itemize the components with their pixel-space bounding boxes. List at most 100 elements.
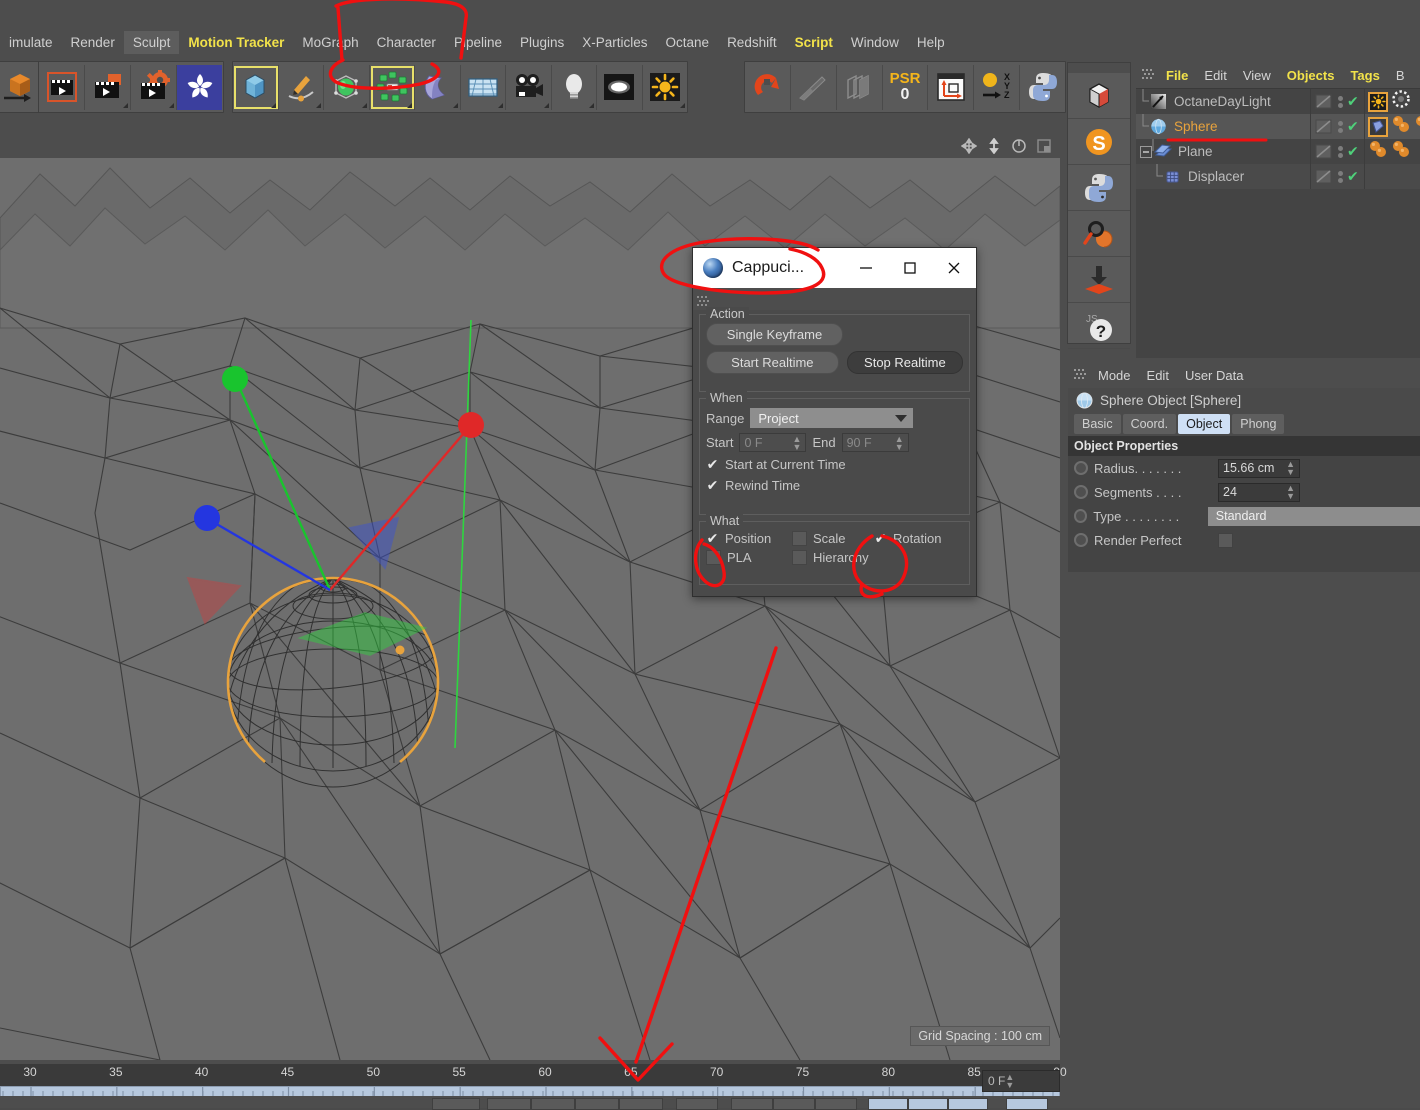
menu-item-pipeline[interactable]: Pipeline [445, 31, 511, 54]
enable-check-icon[interactable]: ✔ [1347, 143, 1359, 160]
layer-swatch-icon[interactable] [1315, 119, 1332, 134]
object-tree[interactable]: OctaneDayLight ✔ Sphere ✔ Plane ✔ Displacer ✔ [1136, 89, 1420, 189]
start-spinner-icon[interactable]: ▲ ▼ [793, 434, 802, 451]
visibility-dots[interactable] [1337, 170, 1343, 183]
current-frame-field[interactable]: 0 F ▲ ▼ [982, 1070, 1060, 1092]
minimize-button[interactable] [844, 248, 888, 288]
extrude-tool-icon[interactable] [837, 64, 883, 110]
scale-row[interactable]: Scale [792, 531, 874, 546]
rotation-checkbox[interactable]: ✔ [874, 530, 887, 547]
hierarchy-row[interactable]: Hierarchy [792, 550, 869, 565]
object-row-sphere[interactable]: Sphere ✔ [1136, 114, 1420, 139]
bottom-button-4[interactable] [575, 1098, 619, 1110]
rotate-icon[interactable] [1011, 138, 1027, 154]
start-at-current-time-checkbox[interactable]: ✔ [706, 456, 719, 473]
content-browser-icon[interactable] [1068, 73, 1130, 119]
import-export-icon[interactable] [1068, 257, 1130, 303]
sun-tag-selected[interactable] [1368, 91, 1388, 112]
visibility-dots[interactable] [1337, 145, 1343, 158]
menu-item-redshift[interactable]: Redshift [718, 31, 786, 54]
deformer-bend-icon[interactable] [415, 64, 461, 110]
mograph-cloner-icon[interactable] [370, 64, 415, 110]
bottom-button-3[interactable] [531, 1098, 575, 1110]
timeline-ruler[interactable]: 30 35 40 45 50 55 60 65 70 75 80 85 90 [0, 1064, 1067, 1086]
property-bullet-icon[interactable] [1074, 485, 1088, 499]
enable-check-icon[interactable]: ✔ [1347, 168, 1359, 185]
camera-view-icon[interactable] [1036, 138, 1052, 154]
scale-checkbox[interactable] [792, 531, 807, 546]
object-tags[interactable] [1364, 139, 1411, 164]
bottom-button-10[interactable] [868, 1098, 908, 1110]
om-menu-file[interactable]: File [1158, 65, 1196, 86]
menu-item-imulate[interactable]: imulate [0, 31, 62, 54]
spline-pen-icon[interactable] [279, 64, 324, 110]
object-row-displacer[interactable]: Displacer ✔ [1136, 164, 1420, 189]
menu-item-x-particles[interactable]: X-Particles [573, 31, 656, 54]
object-tags[interactable] [1364, 89, 1411, 114]
pla-checkbox[interactable] [706, 550, 721, 565]
environment-floor-icon[interactable] [461, 64, 506, 110]
bottom-button-13[interactable] [1006, 1098, 1048, 1110]
rewind-time-checkbox[interactable]: ✔ [706, 477, 719, 494]
menu-item-mograph[interactable]: MoGraph [293, 31, 367, 54]
property-bullet-icon[interactable] [1074, 461, 1088, 475]
property-spinner-icon[interactable]: ▲ ▼ [1286, 460, 1295, 477]
rewind-time-row[interactable]: ✔ Rewind Time [706, 477, 963, 494]
close-button[interactable] [932, 248, 976, 288]
bottom-button-11[interactable] [908, 1098, 948, 1110]
menu-item-sculpt[interactable]: Sculpt [123, 30, 180, 54]
enable-check-icon[interactable]: ✔ [1347, 93, 1359, 110]
camera-icon[interactable] [506, 64, 552, 110]
property-combo[interactable]: Standard [1207, 506, 1420, 526]
property-bullet-icon[interactable] [1074, 509, 1088, 523]
attr-tab-coord[interactable]: Coord. [1122, 414, 1177, 434]
bottom-button-12[interactable] [948, 1098, 988, 1110]
magnet-tool-icon[interactable] [745, 64, 791, 110]
enable-check-icon[interactable]: ✔ [1347, 118, 1359, 135]
stop-realtime-button[interactable]: Stop Realtime [846, 351, 963, 374]
sun-light-icon[interactable] [643, 65, 688, 110]
bottom-button-9[interactable] [815, 1098, 857, 1110]
visibility-dots[interactable] [1337, 95, 1343, 108]
object-row-octanedaylight[interactable]: OctaneDayLight ✔ [1136, 89, 1420, 114]
python-icon[interactable] [1068, 165, 1130, 211]
material-tag[interactable] [1368, 139, 1388, 164]
menu-item-render[interactable]: Render [62, 31, 124, 54]
layer-swatch-icon[interactable] [1315, 169, 1332, 184]
pla-row[interactable]: PLA [706, 550, 792, 565]
property-checkbox[interactable] [1218, 532, 1233, 548]
property-bullet-icon[interactable] [1074, 533, 1088, 547]
render-region-icon[interactable] [85, 64, 131, 110]
om-menu-objects[interactable]: Objects [1279, 65, 1343, 86]
bottom-button-7[interactable] [731, 1098, 773, 1110]
bottom-button-8[interactable] [773, 1098, 815, 1110]
material-search-icon[interactable] [1068, 211, 1130, 257]
om-menu-view[interactable]: View [1235, 65, 1279, 86]
position-checkbox[interactable]: ✔ [706, 530, 719, 547]
bottom-button-6[interactable] [676, 1098, 718, 1110]
panel-grip-icon[interactable] [1074, 368, 1088, 382]
layer-swatch-icon[interactable] [1315, 94, 1332, 109]
start-realtime-button[interactable]: Start Realtime [706, 351, 839, 374]
property-spinner-icon[interactable]: ▲ ▼ [1286, 484, 1295, 501]
python-script-icon[interactable] [1020, 65, 1065, 110]
panel-grip-icon[interactable] [1142, 68, 1156, 82]
rotation-row[interactable]: ✔ Rotation [874, 530, 942, 547]
coordinate-system-icon[interactable] [928, 64, 975, 110]
attr-menu-user-data[interactable]: User Data [1177, 365, 1252, 386]
psr-record-icon[interactable]: PSR 0 [883, 64, 929, 110]
javascript-help-icon[interactable]: JS ? [1068, 303, 1130, 349]
frame-spinner-icon[interactable]: ▲ ▼ [1005, 1073, 1014, 1090]
menu-item-window[interactable]: Window [842, 31, 908, 54]
expander-icon[interactable] [1140, 145, 1152, 158]
layer-swatch-icon[interactable] [1315, 144, 1332, 159]
position-row[interactable]: ✔ Position [706, 530, 792, 547]
scale-icon[interactable] [986, 138, 1002, 154]
knife-tool-icon[interactable] [791, 64, 837, 110]
property-field[interactable]: 15.66 cm ▲ ▼ [1218, 458, 1300, 478]
menu-item-octane[interactable]: Octane [657, 31, 719, 54]
attr-menu-mode[interactable]: Mode [1090, 365, 1139, 386]
om-menu-edit[interactable]: Edit [1196, 65, 1234, 86]
bottom-button-1[interactable] [432, 1098, 480, 1110]
menu-item-plugins[interactable]: Plugins [511, 31, 573, 54]
